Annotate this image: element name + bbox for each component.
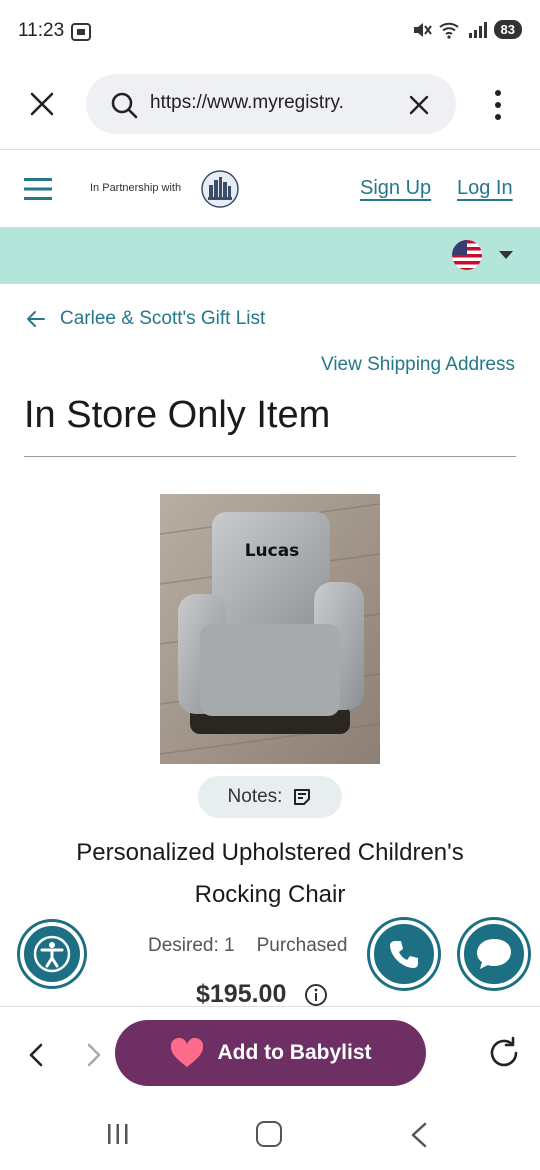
log-in-link[interactable]: Log In — [457, 177, 513, 200]
call-button[interactable] — [370, 920, 438, 988]
price-row: $195.00 — [196, 980, 328, 1009]
desired-quantity: Desired: 1 — [148, 935, 235, 956]
site-header: In Partnership with Sign Up Log In — [0, 151, 540, 227]
browser-toolbar: https://www.myregistry. — [0, 62, 540, 150]
more-vert-icon[interactable] — [490, 88, 506, 122]
product-price: $195.00 — [196, 980, 287, 1008]
note-icon — [294, 789, 311, 805]
signal-icon — [468, 21, 487, 38]
home-icon[interactable] — [256, 1121, 282, 1147]
arrow-left-icon — [27, 311, 45, 327]
search-icon — [111, 92, 138, 119]
accessibility-button[interactable] — [20, 922, 84, 986]
divider — [24, 456, 516, 457]
chevron-right-icon[interactable] — [86, 1043, 102, 1067]
add-to-babylist-button[interactable]: Add to Babylist — [115, 1020, 426, 1086]
battery-icon: 83 — [493, 20, 522, 39]
reload-icon[interactable] — [486, 1035, 522, 1071]
url-text[interactable]: https://www.myregistry. — [150, 92, 388, 114]
close-icon[interactable] — [26, 88, 58, 120]
hamburger-menu-icon[interactable] — [24, 177, 52, 201]
sign-up-link[interactable]: Sign Up — [360, 177, 431, 200]
back-to-gift-list-link[interactable]: Carlee & Scott's Gift List — [26, 308, 265, 330]
product-name: Personalized Upholstered Children's Rock… — [76, 839, 464, 908]
clear-icon[interactable] — [408, 94, 430, 116]
status-icons: 83 — [412, 20, 522, 39]
image-embroidery-text: Lucas — [245, 541, 300, 561]
phone-icon — [390, 941, 418, 968]
back-link-label: Carlee & Scott's Gift List — [60, 308, 266, 329]
recents-icon[interactable] — [106, 1122, 130, 1146]
notes-label: Notes: — [227, 786, 283, 807]
locale-band — [0, 227, 540, 284]
chat-icon — [477, 939, 511, 969]
view-shipping-address-link[interactable]: View Shipping Address — [321, 354, 515, 376]
purchased-quantity: Purchased — [256, 935, 348, 956]
chevron-left-icon[interactable] — [28, 1043, 44, 1067]
info-icon[interactable] — [304, 983, 328, 1007]
notes-button[interactable]: Notes: — [198, 776, 342, 818]
chat-button[interactable] — [460, 920, 528, 988]
chevron-down-icon[interactable] — [499, 251, 513, 259]
screenshot-icon — [71, 23, 91, 41]
us-flag-icon[interactable] — [452, 240, 482, 270]
status-time: 11:23 — [18, 20, 65, 41]
heart-icon — [171, 1037, 204, 1067]
wifi-icon — [438, 22, 459, 39]
add-to-babylist-label: Add to Babylist — [217, 1041, 372, 1064]
mute-icon — [413, 22, 432, 37]
system-navigation-bar — [0, 1102, 540, 1170]
quantity-row: Desired: 1 Purchased — [148, 935, 370, 957]
product-image[interactable]: Lucas — [160, 494, 380, 764]
partner-logo — [201, 170, 239, 208]
status-bar: 11:23 83 — [0, 0, 540, 62]
bottom-toolbar: Add to Babylist — [0, 1007, 540, 1102]
system-back-icon[interactable] — [410, 1122, 428, 1148]
page-title: In Store Only Item — [24, 394, 331, 436]
partner-text: In Partnership with — [90, 182, 182, 194]
accessibility-icon — [33, 935, 71, 973]
url-bar[interactable]: https://www.myregistry. — [86, 74, 456, 134]
